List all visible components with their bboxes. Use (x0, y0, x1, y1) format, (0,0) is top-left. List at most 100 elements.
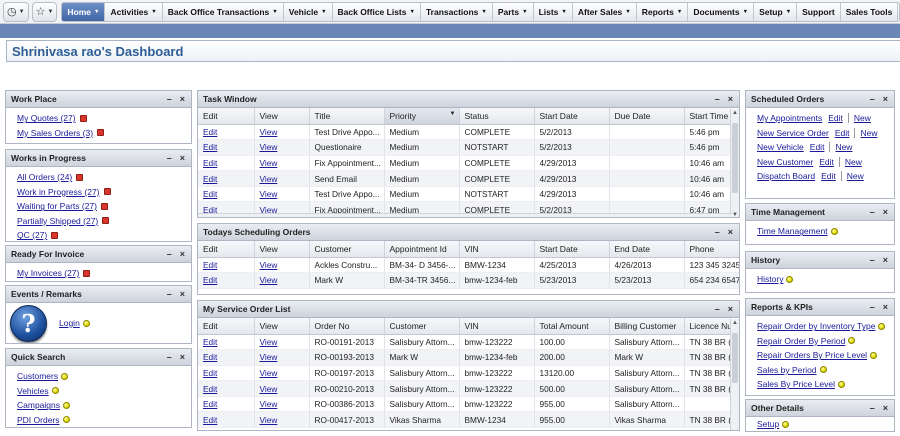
link-sales-by-price-level[interactable]: Sales By Price Level (757, 379, 835, 389)
edit-link[interactable]: Edit (198, 124, 255, 141)
link-work-in-progress-27[interactable]: Work in Progress (27) (17, 187, 100, 197)
edit-link[interactable]: Edit (198, 411, 255, 429)
new-link[interactable]: New (854, 113, 871, 123)
view-link[interactable]: View (254, 257, 310, 274)
menu-item-back-office-lists[interactable]: Back Office Lists ▼ (332, 2, 421, 21)
new-link[interactable]: New (835, 142, 852, 152)
close-icon[interactable]: × (883, 255, 888, 265)
scroll-thumb[interactable] (732, 123, 738, 193)
link-partially-shipped-27[interactable]: Partially Shipped (27) (17, 216, 98, 226)
column-header-appointment-id[interactable]: Appointment Id (384, 241, 460, 258)
link-repair-orders-by-price-level[interactable]: Repair Orders By Price Level (757, 350, 867, 360)
menu-item-back-office-transactions[interactable]: Back Office Transactions ▼ (162, 2, 284, 21)
minimize-icon[interactable]: – (167, 352, 172, 362)
close-icon[interactable]: × (180, 94, 185, 104)
menu-item-activities[interactable]: Activities ▼ (105, 2, 163, 21)
view-link[interactable]: View (254, 365, 310, 382)
link-new-service-order[interactable]: New Service Order (757, 128, 829, 138)
column-header-edit[interactable]: Edit (198, 241, 255, 258)
view-link[interactable]: View (254, 334, 310, 351)
link-new-customer[interactable]: New Customer (757, 157, 813, 167)
close-icon[interactable]: × (728, 227, 733, 237)
close-icon[interactable]: × (180, 153, 185, 163)
menu-item-setup[interactable]: Setup ▼ (754, 2, 798, 21)
edit-link[interactable]: Edit (198, 396, 255, 413)
menu-item-home[interactable]: Home ▼ (62, 2, 106, 21)
column-header-customer[interactable]: Customer (309, 241, 385, 258)
link-pdi-orders[interactable]: PDI Orders (17, 415, 60, 425)
edit-link[interactable]: Edit (198, 272, 255, 289)
favorites-button[interactable]: ☆ ▼ (31, 1, 58, 22)
minimize-icon[interactable]: – (167, 153, 172, 163)
link-my-sales-orders-3[interactable]: My Sales Orders (3) (17, 128, 93, 138)
edit-link[interactable]: Edit (819, 157, 834, 167)
close-icon[interactable]: × (180, 289, 185, 299)
login-link[interactable]: Login (59, 316, 80, 331)
column-header-view[interactable]: View (254, 318, 310, 335)
edit-link[interactable]: Edit (198, 365, 255, 382)
sort-menu-icon[interactable]: ▼ (450, 111, 456, 117)
view-link[interactable]: View (254, 396, 310, 413)
menu-item-after-sales[interactable]: After Sales ▼ (572, 2, 637, 21)
column-header-edit[interactable]: Edit (198, 108, 255, 125)
menu-item-transactions[interactable]: Transactions ▼ (420, 2, 493, 21)
minimize-icon[interactable]: – (715, 227, 720, 237)
menu-item-documents[interactable]: Documents ▼ (688, 2, 755, 21)
column-header-vin[interactable]: VIN (459, 318, 535, 335)
new-link[interactable]: New (860, 128, 877, 138)
view-link[interactable]: View (254, 349, 310, 366)
column-header-order-no[interactable]: Order No (309, 318, 385, 335)
minimize-icon[interactable]: – (870, 302, 875, 312)
view-link[interactable]: View (254, 170, 310, 187)
minimize-icon[interactable]: – (167, 289, 172, 299)
minimize-icon[interactable]: – (715, 94, 720, 104)
minimize-icon[interactable]: – (167, 249, 172, 259)
link-customers[interactable]: Customers (17, 371, 58, 381)
minimize-icon[interactable]: – (870, 94, 875, 104)
edit-link[interactable]: Edit (198, 155, 255, 172)
close-icon[interactable]: × (883, 403, 888, 413)
menu-item-sales-tools[interactable]: Sales Tools (840, 2, 899, 21)
edit-link[interactable]: Edit (198, 380, 255, 397)
minimize-icon[interactable]: – (167, 94, 172, 104)
edit-link[interactable]: Edit (198, 334, 255, 351)
link-history[interactable]: History (757, 274, 783, 284)
edit-link[interactable]: Edit (198, 257, 255, 274)
view-link[interactable]: View (254, 155, 310, 172)
column-header-end-date[interactable]: End Date (609, 241, 685, 258)
vertical-scrollbar[interactable]: ▲ ▼ (730, 109, 739, 217)
edit-link[interactable]: Edit (198, 349, 255, 366)
view-link[interactable]: View (254, 186, 310, 203)
column-header-phone[interactable]: Phone (684, 241, 739, 258)
column-header-licence-numb[interactable]: Licence Numb (684, 318, 732, 335)
column-header-start-date[interactable]: Start Date (534, 108, 610, 125)
link-waiting-for-parts-27[interactable]: Waiting for Parts (27) (17, 201, 97, 211)
close-icon[interactable]: × (180, 352, 185, 362)
column-header-vin[interactable]: VIN (459, 241, 535, 258)
edit-link[interactable]: Edit (810, 142, 825, 152)
column-header-due-date[interactable]: Due Date (609, 108, 685, 125)
column-header-view[interactable]: View (254, 108, 310, 125)
link-repair-order-by-period[interactable]: Repair Order By Period (757, 336, 845, 346)
edit-link[interactable]: Edit (821, 171, 836, 181)
minimize-icon[interactable]: – (870, 207, 875, 217)
close-icon[interactable]: × (728, 304, 733, 314)
link-setup[interactable]: Setup (757, 419, 779, 429)
view-link[interactable]: View (254, 272, 310, 289)
close-icon[interactable]: × (180, 249, 185, 259)
link-dispatch-board[interactable]: Dispatch Board (757, 171, 815, 181)
scroll-up-icon[interactable]: ▲ (732, 320, 738, 326)
edit-link[interactable]: Edit (198, 186, 255, 203)
menu-item-reports[interactable]: Reports ▼ (636, 2, 689, 21)
column-header-start-time[interactable]: Start Time (684, 108, 732, 125)
minimize-icon[interactable]: – (870, 255, 875, 265)
link-my-quotes-27[interactable]: My Quotes (27) (17, 113, 76, 123)
view-link[interactable]: View (254, 411, 310, 429)
column-header-start-date[interactable]: Start Date (534, 241, 610, 258)
close-icon[interactable]: × (883, 302, 888, 312)
minimize-icon[interactable]: – (870, 403, 875, 413)
scroll-up-icon[interactable]: ▲ (732, 110, 738, 116)
edit-link[interactable]: Edit (198, 170, 255, 187)
column-header-priority[interactable]: Priority ▼ (384, 108, 460, 125)
link-campaigns[interactable]: Campaigns (17, 400, 60, 410)
